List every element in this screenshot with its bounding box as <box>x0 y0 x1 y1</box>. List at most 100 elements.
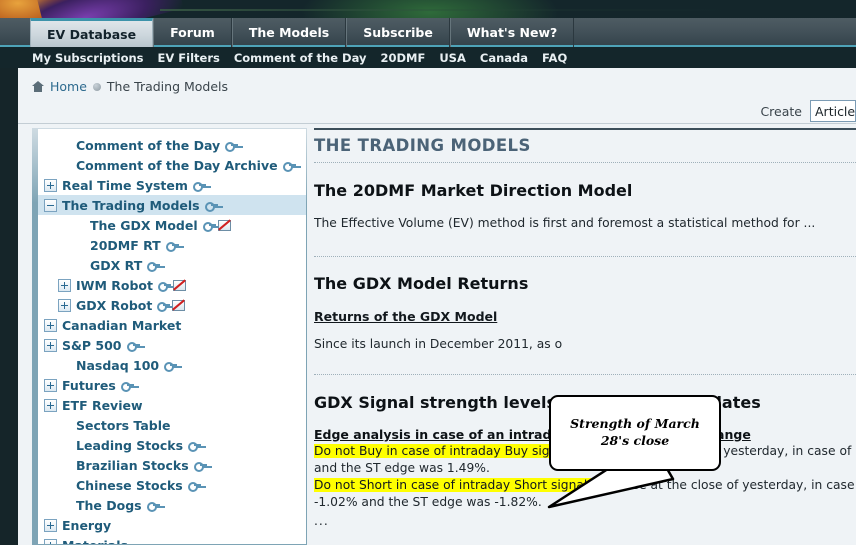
tab-label: EV Database <box>47 26 137 42</box>
sidebar-item-sectors-table[interactable]: Sectors Table <box>38 415 306 435</box>
tab-whats-new[interactable]: What's New? <box>449 18 575 47</box>
create-row: Create Article <box>760 100 856 122</box>
sidebar-item-materials[interactable]: Materials <box>38 535 306 545</box>
sidebar-item-futures[interactable]: Futures <box>38 375 306 395</box>
sidebar-item-gdx-robot[interactable]: GDX Robot <box>38 295 306 315</box>
tab-label: Subscribe <box>363 25 433 40</box>
subnav-canada[interactable]: Canada <box>480 51 528 65</box>
sidebar-item-iwm-robot[interactable]: IWM Robot <box>38 275 306 295</box>
tab-strip: EV Database Forum The Models Subscribe W… <box>30 18 575 47</box>
link-returns-of-gdx-model[interactable]: Returns of the GDX Model <box>314 309 497 324</box>
sidebar-item-energy[interactable]: Energy <box>38 515 306 535</box>
sidebar-item-label: 20DMF RT <box>90 237 161 253</box>
expand-icon[interactable] <box>44 318 57 332</box>
sidebar-item-s-p-500[interactable]: S&P 500 <box>38 335 306 355</box>
section-title-20dmf: The 20DMF Market Direction Model <box>314 181 633 200</box>
short-signal-highlight: Do not Short in case of intraday Short s… <box>314 478 592 492</box>
subnav-ev-filters[interactable]: EV Filters <box>158 51 220 65</box>
key-icon <box>282 161 296 172</box>
sidebar-item-label: Materials <box>62 537 128 545</box>
sidebar-item-label: ETF Review <box>62 397 143 413</box>
expand-icon[interactable] <box>44 338 57 352</box>
sidebar-item-label: Sectors Table <box>76 417 171 433</box>
truncation-ellipsis: ... <box>314 514 329 528</box>
subnav-my-subscriptions[interactable]: My Subscriptions <box>32 51 144 65</box>
key-icon <box>188 441 202 452</box>
create-type-select[interactable]: Article <box>810 100 856 122</box>
callout-text: Strength of March 28's close <box>570 416 700 448</box>
subnav-comment-of-the-day[interactable]: Comment of the Day <box>234 51 367 65</box>
no-chart-icon <box>172 279 186 291</box>
subnav-usa[interactable]: USA <box>439 51 466 65</box>
subnav-20dmf[interactable]: 20DMF <box>380 51 425 65</box>
short-signal-rest: because at the close of yesterday, in ca… <box>595 478 856 492</box>
main-content: THE TRADING MODELS The 20DMF Market Dire… <box>314 128 856 545</box>
sidebar-item-gdx-rt[interactable]: GDX RT <box>38 255 306 275</box>
callout-bubble: Strength of March 28's close <box>549 395 721 471</box>
create-label: Create <box>760 103 802 119</box>
sidebar-item-chinese-stocks[interactable]: Chinese Stocks <box>38 475 306 495</box>
key-icon <box>157 301 171 312</box>
sidebar-nav-list: Comment of the Day Comment of the Day Arc… <box>38 129 306 545</box>
sidebar-panel: Comment of the Day Comment of the Day Arc… <box>32 128 307 545</box>
sidebar-item-label: Chinese Stocks <box>76 477 183 493</box>
key-icon <box>164 361 178 372</box>
sidebar-item-label: Nasdaq 100 <box>76 357 160 373</box>
sidebar-item-label: Energy <box>62 517 112 533</box>
sidebar-item-label: Comment of the Day Archive <box>76 157 278 173</box>
sidebar-item-label: Canadian Market <box>62 317 182 333</box>
expand-icon[interactable] <box>44 378 57 392</box>
tab-forum[interactable]: Forum <box>153 18 232 47</box>
buy-signal-line-2: and the ST edge was 1.49%. <box>314 461 490 475</box>
key-icon <box>126 341 140 352</box>
tab-the-models[interactable]: The Models <box>231 18 347 47</box>
key-icon <box>165 241 179 252</box>
no-chart-icon <box>171 299 186 311</box>
expand-icon[interactable] <box>44 538 57 544</box>
key-icon <box>147 261 161 272</box>
sidebar-item-brazilian-stocks[interactable]: Brazilian Stocks <box>38 455 306 475</box>
page-body: Home The Trading Models Create Article C… <box>18 68 856 545</box>
primary-tab-bar: EV Database Forum The Models Subscribe W… <box>0 18 856 47</box>
sidebar-item-20dmf-rt[interactable]: 20DMF RT <box>38 235 306 255</box>
sidebar-item-label: The Trading Models <box>62 197 200 213</box>
expand-icon[interactable] <box>44 398 57 412</box>
sidebar-item-comment-of-the-day-archive[interactable]: Comment of the Day Archive <box>38 155 306 175</box>
expand-icon[interactable] <box>44 178 57 192</box>
sidebar-item-the-gdx-model[interactable]: The GDX Model <box>38 215 306 235</box>
key-icon <box>146 501 160 512</box>
section-title-gdx-returns: The GDX Model Returns <box>314 274 529 293</box>
breadcrumb: Home The Trading Models <box>32 79 228 94</box>
sidebar-item-label: The Dogs <box>76 497 142 513</box>
page-title: THE TRADING MODELS <box>314 136 531 155</box>
section-body-20dmf: The Effective Volume (EV) method is firs… <box>314 216 816 230</box>
header-divider <box>18 123 856 124</box>
secondary-nav-bar: My Subscriptions EV Filters Comment of t… <box>0 47 856 68</box>
tab-label: The Models <box>248 25 330 40</box>
key-icon <box>202 221 216 232</box>
key-icon <box>225 141 239 152</box>
sidebar-item-etf-review[interactable]: ETF Review <box>38 395 306 415</box>
sidebar-item-canadian-market[interactable]: Canadian Market <box>38 315 306 335</box>
sidebar-item-label: Comment of the Day <box>76 137 221 153</box>
sidebar-item-label: GDX Robot <box>76 297 153 313</box>
expand-icon[interactable] <box>58 278 71 292</box>
short-signal-line: Do not Short in case of intraday Short s… <box>314 478 856 492</box>
content-top-rule <box>314 128 856 130</box>
breadcrumb-home-link[interactable]: Home <box>50 79 87 94</box>
expand-icon[interactable] <box>44 518 57 532</box>
section-body-gdx-returns: Since its launch in December 2011, as o <box>314 337 563 351</box>
subnav-faq[interactable]: FAQ <box>542 51 567 65</box>
collapse-icon[interactable] <box>44 198 57 212</box>
sidebar-item-nasdaq-100[interactable]: Nasdaq 100 <box>38 355 306 375</box>
sidebar-item-real-time-system[interactable]: Real Time System <box>38 175 306 195</box>
home-icon <box>32 81 44 92</box>
sidebar-item-label: Real Time System <box>62 177 188 193</box>
tab-ev-database[interactable]: EV Database <box>30 18 154 47</box>
sidebar-item-comment-of-the-day[interactable]: Comment of the Day <box>38 135 306 155</box>
sidebar-item-the-trading-models[interactable]: The Trading Models <box>38 195 306 215</box>
tab-subscribe[interactable]: Subscribe <box>346 18 450 47</box>
sidebar-item-leading-stocks[interactable]: Leading Stocks <box>38 435 306 455</box>
sidebar-item-the-dogs[interactable]: The Dogs <box>38 495 306 515</box>
expand-icon[interactable] <box>58 298 71 312</box>
